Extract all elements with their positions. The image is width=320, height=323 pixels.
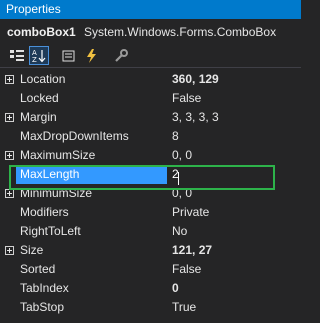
expand-icon[interactable] <box>5 189 14 198</box>
property-name: Margin <box>20 110 57 124</box>
property-value[interactable]: 3, 3, 3, 3 <box>172 108 297 127</box>
property-name: MaxLength <box>16 165 167 184</box>
property-row[interactable]: MaximumSize 0, 0 <box>0 146 301 165</box>
property-value[interactable]: No <box>172 222 297 241</box>
property-name: Modifiers <box>20 205 69 219</box>
properties-title-bar: Properties <box>0 0 301 19</box>
property-row[interactable]: TabStop True <box>0 298 301 317</box>
property-row[interactable]: TabIndex 0 <box>0 279 301 298</box>
property-name: Sorted <box>20 262 56 276</box>
property-row[interactable]: RightToLeft No <box>0 222 301 241</box>
property-name: MinimumSize <box>20 186 93 200</box>
object-type: System.Windows.Forms.ComboBox <box>84 25 277 39</box>
property-row[interactable]: MaxDropDownItems 8 <box>0 127 301 146</box>
property-value[interactable]: 121, 27 <box>172 241 297 260</box>
expand-icon[interactable] <box>5 246 14 255</box>
property-name: TabIndex <box>20 281 69 295</box>
property-row[interactable]: Size 121, 27 <box>0 241 301 260</box>
property-name: RightToLeft <box>20 224 81 238</box>
wrench-icon <box>115 48 128 62</box>
property-row[interactable]: Location 360, 129 <box>0 70 301 89</box>
property-row[interactable]: MaxLength 2 <box>0 165 301 184</box>
property-value[interactable]: False <box>172 260 297 279</box>
property-value[interactable]: True <box>172 298 297 317</box>
property-name: Location <box>20 72 66 86</box>
property-name: Size <box>20 243 44 257</box>
svg-text:Z: Z <box>32 56 37 63</box>
property-row[interactable]: Margin 3, 3, 3, 3 <box>0 108 301 127</box>
alphabetical-icon: A Z <box>32 49 46 63</box>
text-caret <box>178 172 179 185</box>
property-grid: Location 360, 129 Locked False Margin 3, 3, 3… <box>0 70 301 317</box>
properties-toolbar: A Z <box>0 44 301 68</box>
property-row[interactable]: MinimumSize 0, 0 <box>0 184 301 203</box>
property-name: Locked <box>20 91 59 105</box>
property-value[interactable]: 0, 0 <box>172 146 297 165</box>
properties-button[interactable] <box>59 46 79 65</box>
events-button[interactable] <box>81 46 101 65</box>
property-value[interactable]: 0, 0 <box>172 184 297 203</box>
expand-icon[interactable] <box>5 151 14 160</box>
object-name: comboBox1 <box>7 25 76 39</box>
property-name: TabStop <box>20 300 65 314</box>
property-pages-button[interactable] <box>111 46 131 65</box>
expand-icon[interactable] <box>5 113 14 122</box>
properties-icon <box>62 50 75 61</box>
property-value[interactable]: 360, 129 <box>172 70 297 89</box>
property-value[interactable]: False <box>172 89 297 108</box>
categorized-button[interactable] <box>7 46 27 65</box>
property-name: MaxDropDownItems <box>20 129 129 143</box>
window-title: Properties <box>6 2 61 16</box>
property-value[interactable]: 0 <box>172 279 297 298</box>
property-value[interactable]: 8 <box>172 127 297 146</box>
property-row[interactable]: Sorted False <box>0 260 301 279</box>
property-value[interactable]: Private <box>172 203 297 222</box>
property-value-editor[interactable]: 2 <box>172 165 297 184</box>
alphabetical-button[interactable]: A Z <box>29 46 49 65</box>
object-selector[interactable]: comboBox1 System.Windows.Forms.ComboBox <box>0 21 301 43</box>
property-row[interactable]: Modifiers Private <box>0 203 301 222</box>
categorized-icon <box>10 49 24 61</box>
expand-icon[interactable] <box>5 75 14 84</box>
property-row[interactable]: Locked False <box>0 89 301 108</box>
events-icon <box>87 48 96 63</box>
property-name: MaximumSize <box>20 148 96 162</box>
